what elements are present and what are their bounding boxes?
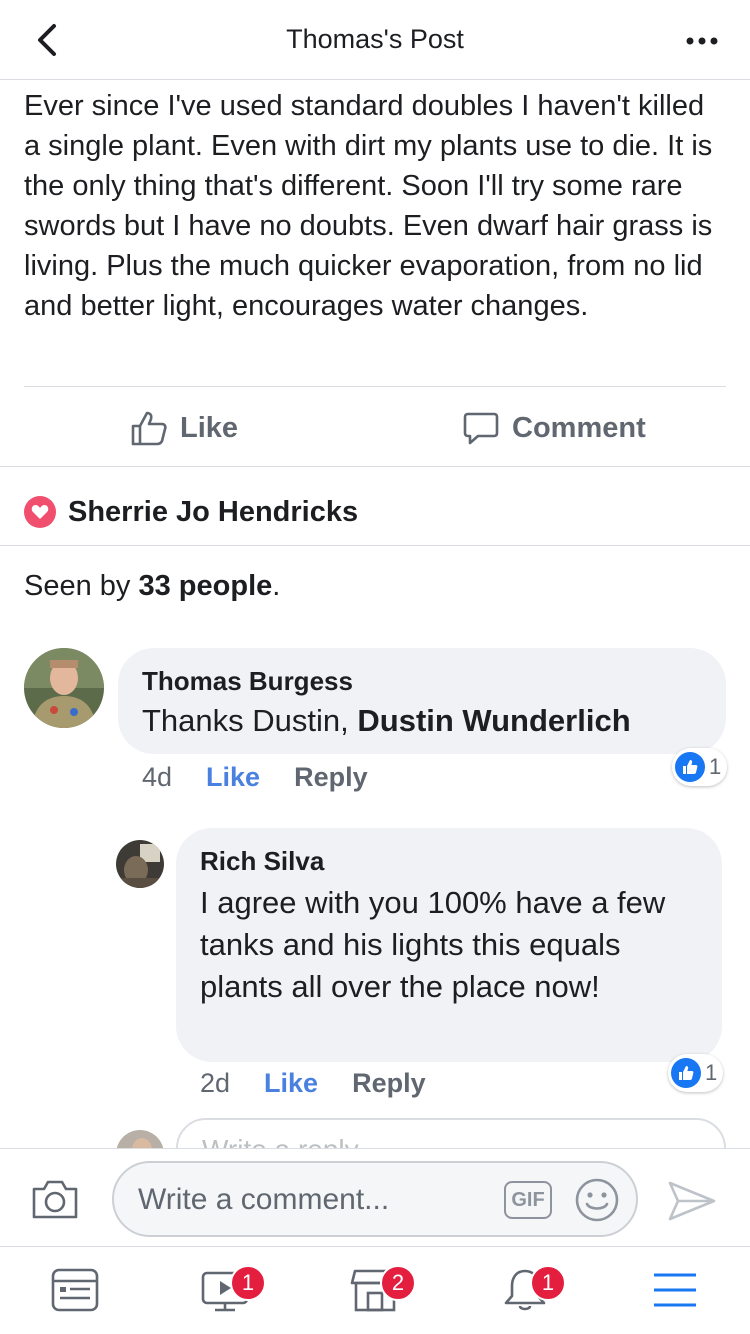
tab-menu[interactable] (646, 1261, 706, 1321)
like-reaction-icon (675, 752, 705, 782)
post-text: Ever since I've used standard doubles I … (24, 90, 713, 322)
comment-reaction-count[interactable]: 1 (668, 1054, 724, 1092)
comment-button-label: Comment (512, 411, 646, 444)
seen-by-suffix: . (272, 570, 281, 602)
comment-timestamp[interactable]: 2d (200, 1068, 230, 1099)
comment-like-button[interactable]: Like (206, 762, 260, 793)
notification-badge: 1 (230, 1265, 266, 1301)
camera-icon (32, 1180, 78, 1219)
like-reaction-icon (671, 1058, 701, 1088)
send-arrow-icon (668, 1181, 716, 1221)
comment-text-plain: Thanks Dustin, (142, 703, 358, 738)
notification-badge: 1 (530, 1265, 566, 1301)
seen-by-prefix: Seen by (24, 570, 139, 602)
comment-text: Thanks Dustin, Dustin Wunderlich (142, 700, 631, 742)
send-button[interactable] (666, 1179, 718, 1228)
comment-input-placeholder: Write a comment... (138, 1183, 390, 1216)
comment-button[interactable]: Comment (462, 400, 646, 456)
comment-text: I agree with you 100% have a few tanks a… (200, 885, 666, 1004)
emoji-button[interactable] (574, 1177, 620, 1228)
comment-like-button[interactable]: Like (264, 1068, 318, 1099)
like-button-label: Like (180, 411, 239, 444)
more-dots-icon (686, 37, 718, 45)
comment-composer-bar: Write a comment... GIF (0, 1148, 750, 1246)
comment-reply-button[interactable]: Reply (352, 1068, 426, 1099)
notification-badge: 2 (380, 1265, 416, 1301)
comment-author[interactable]: Rich Silva (200, 846, 324, 877)
seen-by-text[interactable]: Seen by 33 people. (24, 570, 280, 603)
tab-watch[interactable]: 1 (196, 1261, 266, 1321)
top-navigation-bar: Thomas's Post (0, 0, 750, 80)
comment-bubble: Thomas Burgess Thanks Dustin, Dustin Wun… (118, 648, 726, 754)
divider (0, 545, 750, 546)
comment-reply-button[interactable]: Reply (294, 762, 368, 793)
avatar[interactable] (116, 840, 164, 888)
comment-timestamp[interactable]: 4d (142, 762, 172, 793)
divider (24, 386, 726, 387)
avatar[interactable] (24, 648, 104, 728)
seen-by-count: 33 people (138, 570, 273, 602)
comment-meta: 4d Like Reply (142, 762, 368, 793)
reaction-count-number: 1 (705, 1060, 718, 1085)
reaction-count-number: 1 (709, 754, 722, 779)
reactor-name: Sherrie Jo Hendricks (68, 495, 359, 528)
comment-reaction-count[interactable]: 1 (672, 748, 728, 786)
more-options-button[interactable] (682, 26, 722, 56)
page-title: Thomas's Post (286, 24, 464, 54)
camera-button[interactable] (30, 1177, 80, 1226)
tagged-person-link[interactable]: Dustin Wunderlich (357, 703, 630, 738)
comment-bubble: Rich Silva I agree with you 100% have a … (176, 828, 722, 1062)
news-feed-icon (51, 1268, 99, 1312)
menu-icon (654, 1273, 696, 1307)
thumbs-up-icon (131, 411, 167, 446)
smiley-icon (575, 1178, 619, 1222)
divider (0, 466, 750, 467)
comment-meta: 2d Like Reply (200, 1068, 426, 1099)
comment-input[interactable]: Write a comment... GIF (112, 1161, 638, 1237)
comment-bubble-icon (463, 412, 499, 445)
tab-notifications[interactable]: 1 (496, 1261, 566, 1321)
gif-button[interactable]: GIF (504, 1181, 552, 1219)
tab-marketplace[interactable]: 2 (346, 1261, 416, 1321)
like-button[interactable]: Like (130, 400, 238, 456)
reactions-summary[interactable]: Sherrie Jo Hendricks (24, 490, 358, 534)
bottom-tab-bar: 1 2 1 (0, 1246, 750, 1334)
love-reaction-icon (24, 496, 56, 528)
tab-news-feed[interactable] (46, 1261, 106, 1321)
comment-author[interactable]: Thomas Burgess (142, 666, 353, 697)
